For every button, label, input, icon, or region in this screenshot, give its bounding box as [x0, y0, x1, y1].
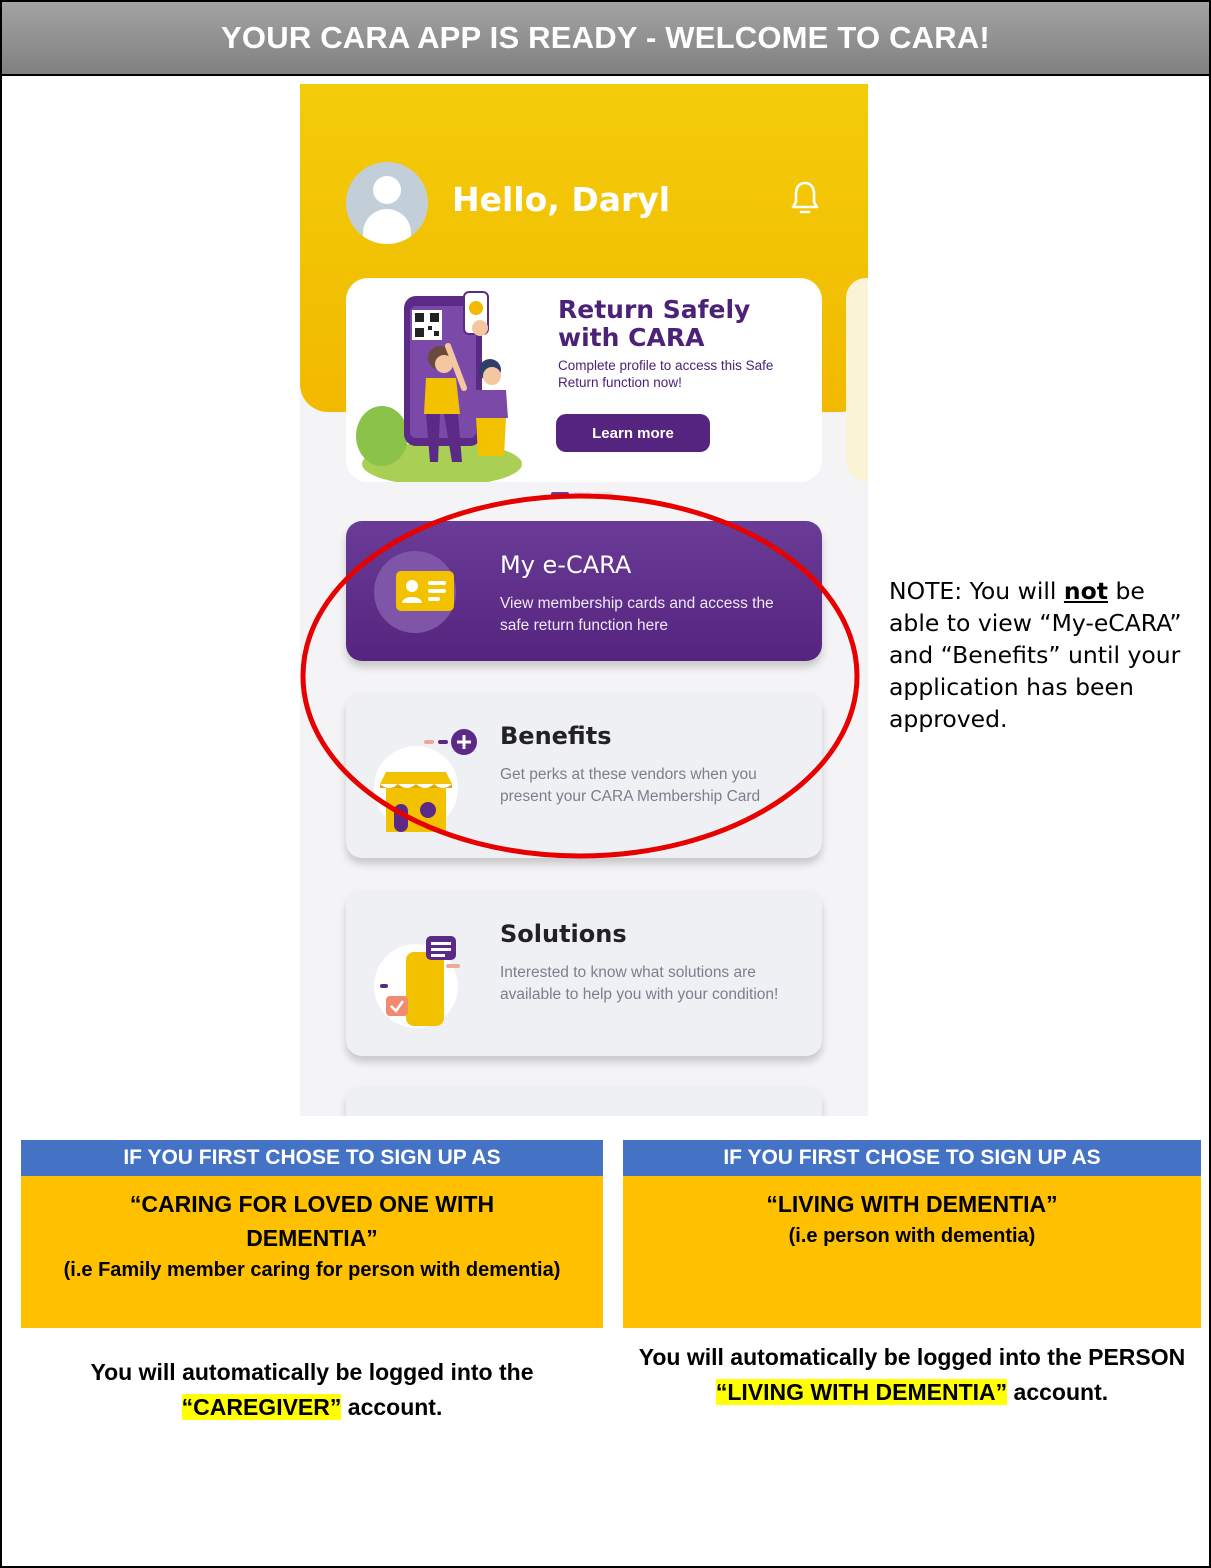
id-card-icon	[396, 571, 454, 611]
pwd-highlight: “LIVING WITH DEMENTIA”	[715, 1379, 1008, 1405]
caregiver-result-before: You will automatically be logged into th…	[90, 1359, 534, 1385]
benefits-text: Get perks at these vendors when you pres…	[500, 766, 761, 805]
shop-icon	[374, 729, 477, 832]
pwd-panel: “LIVING WITH DEMENTIA” (i.e person with …	[623, 1176, 1201, 1328]
document-title: YOUR CARA APP IS READY - WELCOME TO CARA…	[2, 2, 1209, 76]
next-menu-card-partial[interactable]	[346, 1086, 822, 1116]
learn-more-button[interactable]: Learn more	[556, 414, 710, 452]
avatar-body	[363, 209, 411, 244]
caregiver-highlight: “CAREGIVER”	[181, 1394, 342, 1420]
caregiver-option: “CARING FOR LOVED ONE WITH DEMENTIA”	[129, 1191, 495, 1251]
solutions-text: Interested to know what solutions are av…	[500, 964, 779, 1003]
caregiver-clarification: (i.e Family member caring for person wit…	[63, 1259, 561, 1281]
carousel-dot[interactable]	[595, 492, 613, 496]
safe-return-illustration	[356, 291, 522, 482]
caregiver-panel-heading: IF YOU FIRST CHOSE TO SIGN UP AS	[21, 1140, 603, 1176]
approval-note: NOTE: You will not be able to view “My-e…	[889, 575, 1189, 735]
pwd-option: “LIVING WITH DEMENTIA”	[766, 1191, 1058, 1217]
promo-title: Return Safely with CARA	[558, 295, 751, 352]
carousel-indicator	[551, 492, 613, 496]
avatar[interactable]	[346, 162, 428, 244]
pwd-result: You will automatically be logged into th…	[623, 1340, 1201, 1410]
avatar-head	[373, 176, 401, 204]
promo-card[interactable]: Return Safely with CARA Complete profile…	[346, 278, 822, 482]
pwd-result-after: account.	[1007, 1379, 1109, 1405]
greeting-text: Hello, Daryl	[452, 180, 671, 219]
promo-text: Complete profile to access this Safe Ret…	[558, 358, 774, 390]
note-prefix: NOTE: You will	[889, 577, 1064, 605]
promo-card-next[interactable]	[846, 278, 868, 482]
app-screenshot: Hello, Daryl Return Safely with CARA Com…	[300, 84, 868, 1116]
caregiver-result-after: account.	[341, 1394, 443, 1420]
pwd-clarification: (i.e person with dementia)	[788, 1225, 1036, 1247]
solutions-title: Solutions	[500, 920, 627, 948]
phone-chat-icon	[374, 936, 460, 1028]
my-ecara-card[interactable]: My e-CARA View membership cards and acce…	[346, 521, 822, 661]
caregiver-panel: “CARING FOR LOVED ONE WITH DEMENTIA” (i.…	[21, 1176, 603, 1328]
benefits-card[interactable]: Benefits Get perks at these vendors when…	[346, 692, 822, 858]
benefits-title: Benefits	[500, 722, 612, 750]
bell-icon[interactable]	[790, 180, 820, 216]
my-ecara-text: View membership cards and access the saf…	[500, 595, 774, 634]
carousel-dot-active[interactable]	[551, 492, 569, 496]
pwd-result-before: You will automatically be logged into th…	[638, 1344, 1186, 1370]
carousel-dot[interactable]	[573, 492, 591, 496]
pwd-panel-heading: IF YOU FIRST CHOSE TO SIGN UP AS	[623, 1140, 1201, 1176]
my-ecara-title: My e-CARA	[500, 551, 632, 579]
solutions-card[interactable]: Solutions Interested to know what soluti…	[346, 890, 822, 1056]
caregiver-result: You will automatically be logged into th…	[21, 1355, 603, 1425]
note-emphasis: not	[1063, 577, 1109, 605]
